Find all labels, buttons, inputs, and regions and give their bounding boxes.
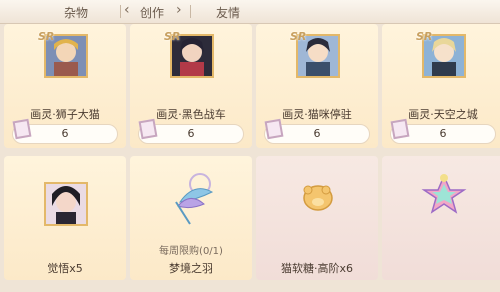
item-name: 觉悟x5 [47,262,83,275]
item-name: 猫软糖·高阶x6 [280,262,353,275]
rainbow-star-hat-icon [421,174,467,214]
postcard-icon [138,118,158,140]
right-bracket-icon: › [176,2,182,18]
postcard-icon [390,118,410,140]
item-card[interactable]: SR 画灵·天空之城 6 [382,24,500,148]
item-card[interactable]: SR 画灵·狮子大猫 6 [4,24,126,148]
tab-creation[interactable]: 创作 [140,4,164,21]
item-name: 梦境之羽 [169,262,213,275]
tab-divider [120,5,121,18]
rarity-badge: SR [38,30,55,43]
rarity-badge: SR [290,30,307,43]
item-card[interactable]: 每周限购(0/1) 梦境之羽 [130,156,252,280]
item-card[interactable]: SR 画灵·黑色战车 6 [130,24,252,148]
tab-divider [190,5,191,18]
weekly-limit-label: 每周限购(0/1) [159,246,223,257]
rarity-badge: SR [416,30,433,43]
dream-feather-icon [175,173,214,225]
item-card[interactable]: SR 画灵·猫咪停驻 6 [256,24,378,148]
left-bracket-icon: ‹ [124,2,130,18]
item-card[interactable]: 觉悟x5 [4,156,126,280]
top-tab-bar: 杂物 ‹ 创作 › 友情 [0,0,500,24]
character-portrait-icon [44,182,88,226]
item-grid: SR 画灵·狮子大猫 6 SR 画灵·黑色战车 6 SR 画灵·猫咪停驻 6 S… [0,24,500,292]
cat-candy-icon [303,185,333,211]
postcard-icon [12,118,32,140]
tab-misc[interactable]: 杂物 [64,4,88,21]
rarity-badge: SR [164,30,181,43]
item-card[interactable] [382,156,500,280]
item-card[interactable]: 猫软糖·高阶x6 [256,156,378,280]
postcard-icon [264,118,284,140]
tab-friendship[interactable]: 友情 [216,4,240,21]
